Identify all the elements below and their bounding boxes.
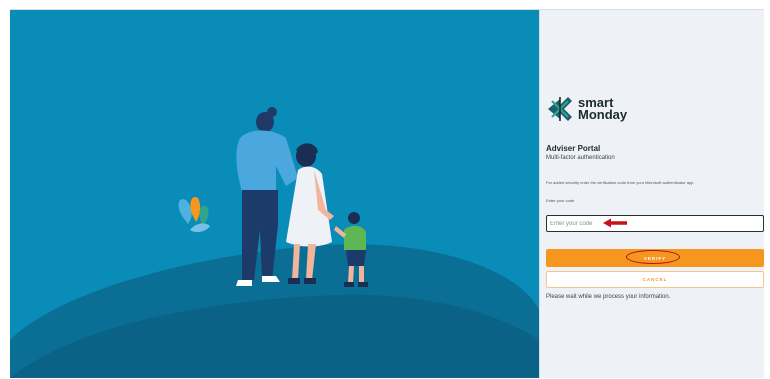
verification-code-input[interactable] — [546, 215, 764, 232]
page-subtitle: Multi-factor authentication — [546, 155, 615, 161]
login-panel: smart Monday Adviser Portal Multi-factor… — [539, 10, 764, 378]
family-walking-illustration — [10, 107, 539, 378]
page-title: Adviser Portal — [546, 144, 601, 153]
verify-button[interactable]: VERIFY — [546, 249, 764, 267]
brand-name: smart Monday — [578, 96, 628, 122]
window-indicator-dot — [384, 5, 387, 8]
security-instructions: For added security enter the verificatio… — [546, 180, 695, 185]
cancel-button[interactable]: CANCEL — [546, 271, 764, 288]
hero-illustration — [10, 10, 539, 378]
app-window: smart Monday Adviser Portal Multi-factor… — [10, 9, 764, 378]
smart-monday-logo-icon — [548, 97, 572, 121]
brand-name-line2: Monday — [578, 107, 628, 122]
code-label: Enter your code — [546, 198, 575, 203]
brand-logo: smart Monday — [546, 95, 627, 123]
status-message: Please wait while we process your inform… — [546, 294, 671, 300]
